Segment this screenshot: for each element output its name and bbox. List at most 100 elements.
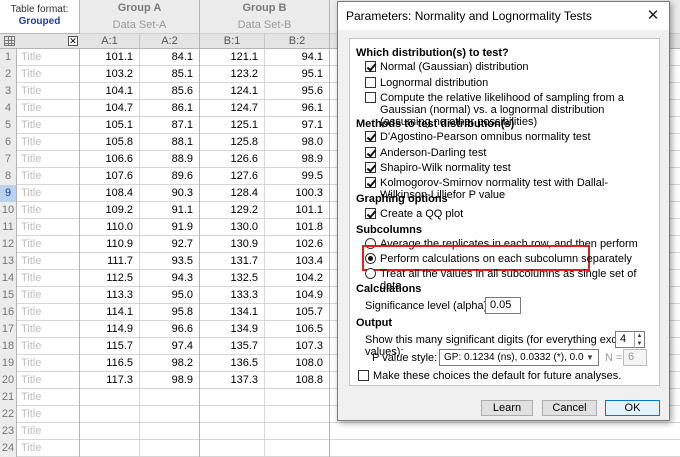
row-number[interactable]: 8: [0, 168, 17, 185]
data-cell-b1[interactable]: 123.2: [200, 66, 265, 83]
row-title-cell[interactable]: Title: [17, 321, 80, 338]
row-number[interactable]: 13: [0, 253, 17, 270]
row-title-cell[interactable]: Title: [17, 406, 80, 423]
data-cell-b1[interactable]: 127.6: [200, 168, 265, 185]
data-cell-a1[interactable]: 101.1: [80, 49, 140, 66]
subcolumn-header-b1[interactable]: B:1: [200, 34, 265, 49]
data-cell-a1[interactable]: 103.2: [80, 66, 140, 83]
normal-distribution-checkbox[interactable]: [365, 61, 376, 72]
data-cell-a1[interactable]: 104.1: [80, 83, 140, 100]
data-cell-a1[interactable]: 114.1: [80, 304, 140, 321]
data-cell-b1[interactable]: 134.1: [200, 304, 265, 321]
row-title-cell[interactable]: Title: [17, 117, 80, 134]
data-cell-b1[interactable]: 125.1: [200, 117, 265, 134]
row-title-cell[interactable]: Title: [17, 338, 80, 355]
subcolumn-header-b2[interactable]: B:2: [265, 34, 330, 49]
data-cell-a1[interactable]: 117.3: [80, 372, 140, 389]
anderson-darling-checkbox[interactable]: [365, 147, 376, 158]
relative-likelihood-checkbox[interactable]: [365, 92, 376, 103]
row-title-cell[interactable]: Title: [17, 168, 80, 185]
close-icon[interactable]: ✕: [68, 36, 78, 46]
data-cell-b1[interactable]: 124.1: [200, 83, 265, 100]
row-title-cell[interactable]: Title: [17, 83, 80, 100]
group-a-header[interactable]: Group A: [80, 0, 200, 17]
treat-all-values-radio[interactable]: [365, 268, 376, 279]
make-default-checkbox[interactable]: [358, 370, 369, 381]
data-cell-b2[interactable]: 102.6: [265, 236, 330, 253]
data-cell-a1[interactable]: 104.7: [80, 100, 140, 117]
data-cell-a1[interactable]: 111.7: [80, 253, 140, 270]
stepper-arrows[interactable]: ▲ ▼: [634, 332, 644, 348]
data-cell-b2[interactable]: 98.0: [265, 134, 330, 151]
row-title-cell[interactable]: Title: [17, 202, 80, 219]
significance-level-input[interactable]: 0.05: [485, 297, 521, 314]
data-cell-b2[interactable]: 100.3: [265, 185, 330, 202]
row-number[interactable]: 20: [0, 372, 17, 389]
data-cell-b1[interactable]: 130.9: [200, 236, 265, 253]
table-format-indicator[interactable]: Table format: Grouped: [0, 0, 80, 34]
row-number[interactable]: 3: [0, 83, 17, 100]
data-cell-b2[interactable]: [265, 440, 330, 457]
row-title-cell[interactable]: Title: [17, 219, 80, 236]
data-cell-b2[interactable]: [265, 389, 330, 406]
data-cell-b1[interactable]: 129.2: [200, 202, 265, 219]
data-cell-b2[interactable]: 101.1: [265, 202, 330, 219]
row-number[interactable]: 6: [0, 134, 17, 151]
data-cell-a2[interactable]: 88.1: [140, 134, 200, 151]
row-number[interactable]: 11: [0, 219, 17, 236]
chevron-down-icon[interactable]: ▼: [584, 350, 596, 366]
data-cell-a2[interactable]: 85.6: [140, 83, 200, 100]
data-cell-a1[interactable]: 115.7: [80, 338, 140, 355]
empty-cell[interactable]: [330, 423, 680, 440]
data-cell-a2[interactable]: [140, 389, 200, 406]
close-icon[interactable]: ✕: [643, 2, 663, 30]
data-cell-b2[interactable]: 107.3: [265, 338, 330, 355]
data-cell-b2[interactable]: 101.8: [265, 219, 330, 236]
data-cell-a2[interactable]: [140, 440, 200, 457]
data-cell-b2[interactable]: 96.1: [265, 100, 330, 117]
data-cell-a1[interactable]: [80, 440, 140, 457]
kolmogorov-smirnov-checkbox[interactable]: [365, 177, 376, 188]
row-number[interactable]: 2: [0, 66, 17, 83]
row-number[interactable]: 24: [0, 440, 17, 457]
data-cell-a2[interactable]: 89.6: [140, 168, 200, 185]
row-title-cell[interactable]: Title: [17, 49, 80, 66]
data-cell-a2[interactable]: 95.8: [140, 304, 200, 321]
data-cell-b2[interactable]: 95.6: [265, 83, 330, 100]
data-cell-b1[interactable]: 130.0: [200, 219, 265, 236]
data-cell-a1[interactable]: 110.9: [80, 236, 140, 253]
data-cell-a2[interactable]: 97.4: [140, 338, 200, 355]
row-number[interactable]: 4: [0, 100, 17, 117]
data-cell-a2[interactable]: 87.1: [140, 117, 200, 134]
data-cell-b2[interactable]: 108.8: [265, 372, 330, 389]
ok-button[interactable]: OK: [605, 400, 660, 416]
dataset-b-title[interactable]: Data Set-B: [200, 17, 330, 34]
row-number[interactable]: 9: [0, 185, 17, 202]
data-cell-a2[interactable]: 93.5: [140, 253, 200, 270]
row-title-cell[interactable]: Title: [17, 355, 80, 372]
lognormal-distribution-checkbox[interactable]: [365, 77, 376, 88]
data-cell-b2[interactable]: 99.5: [265, 168, 330, 185]
data-cell-a1[interactable]: [80, 423, 140, 440]
dataset-a-title[interactable]: Data Set-A: [80, 17, 200, 34]
row-number[interactable]: 5: [0, 117, 17, 134]
data-cell-b2[interactable]: [265, 423, 330, 440]
data-cell-b2[interactable]: 108.0: [265, 355, 330, 372]
data-cell-a2[interactable]: [140, 423, 200, 440]
data-cell-a1[interactable]: 109.2: [80, 202, 140, 219]
data-cell-b2[interactable]: 104.9: [265, 287, 330, 304]
data-cell-a2[interactable]: 86.1: [140, 100, 200, 117]
cancel-button[interactable]: Cancel: [542, 400, 597, 416]
data-cell-a2[interactable]: 90.3: [140, 185, 200, 202]
row-number[interactable]: 1: [0, 49, 17, 66]
row-title-cell[interactable]: Title: [17, 151, 80, 168]
data-cell-a2[interactable]: 95.0: [140, 287, 200, 304]
data-cell-a2[interactable]: 84.1: [140, 49, 200, 66]
row-title-cell[interactable]: Title: [17, 372, 80, 389]
data-cell-b1[interactable]: 131.7: [200, 253, 265, 270]
data-cell-b2[interactable]: [265, 406, 330, 423]
significant-digits-stepper[interactable]: 4 ▲ ▼: [615, 331, 645, 348]
data-cell-a2[interactable]: 91.1: [140, 202, 200, 219]
data-cell-a1[interactable]: 107.6: [80, 168, 140, 185]
grid-icon[interactable]: [4, 36, 15, 46]
